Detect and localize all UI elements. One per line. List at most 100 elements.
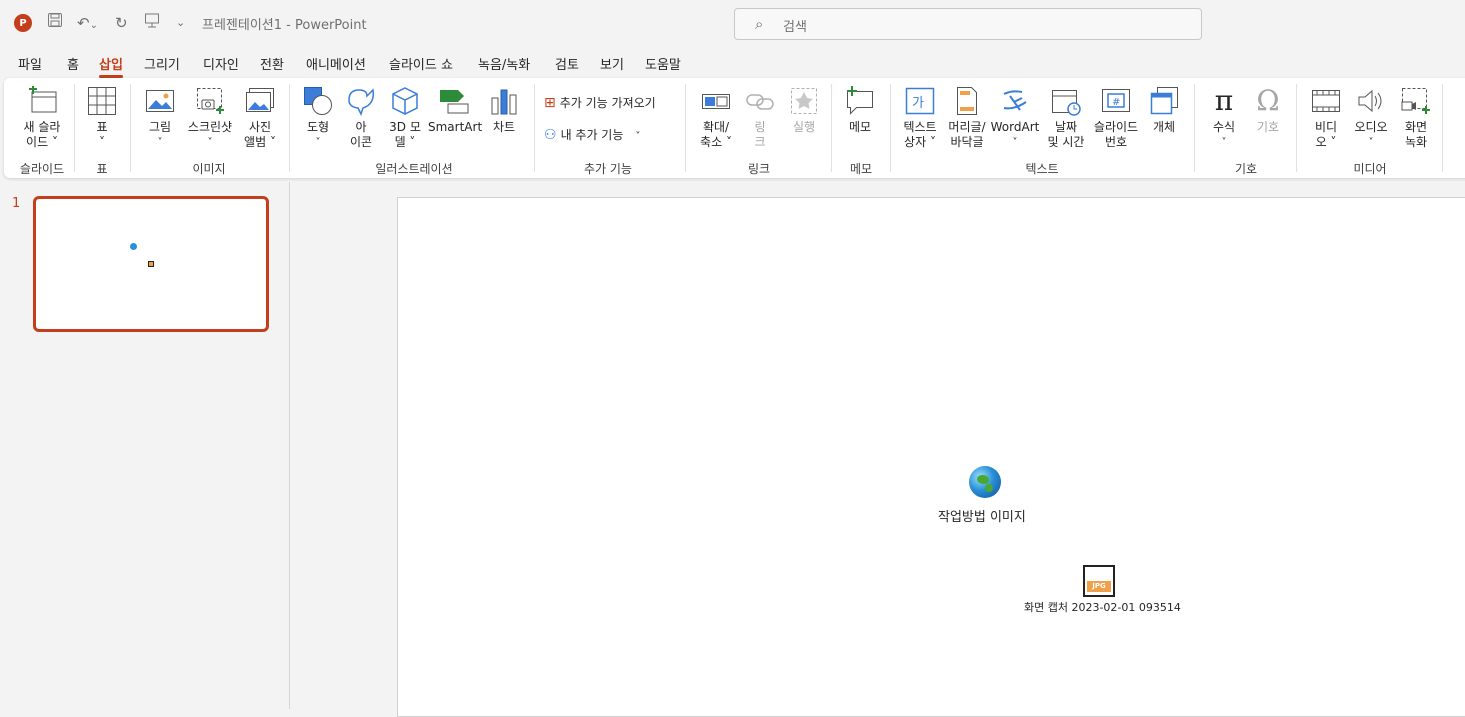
group-divider	[130, 84, 131, 172]
photo-album-button[interactable]: 사진 앨범 ˅	[238, 86, 282, 150]
slide-number-icon: #	[1102, 89, 1130, 112]
comment-button[interactable]: 메모	[840, 86, 880, 135]
action-label: 실행	[792, 120, 816, 134]
video-icon	[1312, 90, 1340, 112]
table-arrow: ˅	[99, 135, 105, 149]
tab-record[interactable]: 녹음/녹화	[478, 54, 530, 73]
3d-models-button[interactable]: 3D 모 델 ˅	[384, 86, 426, 150]
picture-label: 그림	[148, 120, 172, 134]
slide-number-label-1: 슬라이드	[1093, 120, 1139, 134]
tab-file[interactable]: 파일	[18, 54, 42, 73]
icons-button[interactable]: 아 이콘	[342, 86, 380, 150]
globe-icon[interactable]	[969, 466, 1001, 498]
my-addins-button[interactable]: ⚇ 내 추가 기능 ˅	[544, 126, 640, 143]
audio-arrow: ˅	[1368, 137, 1374, 148]
document-title: 프레젠테이션1 - PowerPoint	[202, 18, 367, 33]
shapes-button[interactable]: 도형 ˅	[298, 86, 338, 150]
ribbon-insert: 새 슬라 이드 ˅ 슬라이드 표 ˅ 표 그림 ˅ 스크린샷 ˅ 사진 앨범 ˅…	[4, 78, 1465, 178]
tab-help[interactable]: 도움말	[645, 54, 681, 73]
group-label-addins: 추가 기능	[584, 162, 632, 176]
my-addins-icon: ⚇	[544, 127, 557, 143]
picture-button[interactable]: 그림 ˅	[140, 86, 180, 150]
action-icon	[791, 88, 817, 114]
link-button[interactable]: 링 크	[742, 86, 778, 150]
title-bar: P ↶⌄ ↻ ⌄ 프레젠테이션1 - PowerPoint ⌕ 검색	[0, 0, 1465, 48]
link-label-1: 링	[754, 120, 766, 134]
presenter-icon[interactable]	[144, 12, 160, 34]
video-button[interactable]: 비디 오 ˅	[1306, 86, 1346, 150]
action-button[interactable]: 실행	[784, 86, 824, 135]
header-footer-label-2: 바닥글	[950, 135, 984, 149]
zoom-icon	[702, 94, 730, 109]
date-time-icon	[1052, 90, 1081, 116]
chart-icon	[491, 89, 517, 115]
tab-draw[interactable]: 그리기	[144, 54, 180, 73]
get-addins-button[interactable]: ⊞ 추가 기능 가져오기	[544, 94, 656, 111]
3d-models-label-2: 델 ˅	[394, 135, 416, 149]
icons-label-1: 아	[355, 120, 367, 134]
shapes-icon	[304, 87, 332, 115]
header-footer-icon	[957, 87, 977, 115]
tab-view[interactable]: 보기	[600, 54, 624, 73]
tab-transitions[interactable]: 전환	[260, 54, 284, 73]
wordart-button[interactable]: WordArt ˅	[990, 86, 1040, 150]
undo-icon[interactable]: ↶⌄	[77, 12, 98, 37]
jpg-badge: JPG	[1087, 581, 1111, 592]
smartart-button[interactable]: SmartArt	[428, 86, 483, 135]
chart-button[interactable]: 차트	[484, 86, 524, 135]
symbol-button[interactable]: Ω 기호	[1248, 86, 1288, 135]
group-divider	[831, 84, 832, 172]
group-divider	[1442, 84, 1443, 172]
screen-recording-button[interactable]: 화면 녹화	[1396, 86, 1436, 150]
video-label-1: 비디	[1314, 120, 1338, 134]
screenshot-button[interactable]: 스크린샷 ˅	[184, 86, 236, 150]
jpg-file-icon[interactable]: JPG	[1083, 565, 1115, 597]
group-divider	[534, 84, 535, 172]
tab-design[interactable]: 디자인	[203, 54, 239, 73]
tab-insert[interactable]: 삽입	[99, 54, 123, 78]
group-label-symbols: 기호	[1234, 162, 1258, 176]
powerpoint-logo-icon: P	[14, 14, 32, 32]
group-label-images: 이미지	[192, 162, 226, 176]
slide-number-button[interactable]: # 슬라이드 번호	[1090, 86, 1142, 150]
tab-animations[interactable]: 애니메이션	[306, 54, 366, 73]
table-button[interactable]: 표 ˅	[84, 86, 120, 150]
tab-slideshow[interactable]: 슬라이드 쇼	[389, 54, 453, 73]
group-divider	[1194, 84, 1195, 172]
zoom-button[interactable]: 확대/ 축소 ˅	[694, 86, 738, 150]
3d-models-label-1: 3D 모	[389, 120, 421, 134]
slide-canvas[interactable]: 작업방법 이미지 JPG 화면 캡처 2023-02-01 093514	[397, 197, 1465, 717]
group-label-media: 미디어	[1353, 162, 1387, 176]
audio-button[interactable]: 오디오 ˅	[1348, 86, 1394, 150]
smartart-icon	[440, 90, 469, 114]
audio-label: 오디오	[1354, 120, 1388, 134]
new-slide-button[interactable]: 새 슬라 이드 ˅	[18, 86, 66, 150]
screenshot-label: 스크린샷	[187, 120, 233, 134]
customize-icon[interactable]: ⌄	[176, 12, 185, 34]
ribbon-tabs: 파일 홈 삽입 그리기 디자인 전환 애니메이션 슬라이드 쇼 녹음/녹화 검토…	[0, 50, 1465, 78]
search-input[interactable]: ⌕ 검색	[734, 8, 1202, 40]
smartart-label: SmartArt	[428, 120, 483, 134]
slide-thumbnail-1[interactable]	[33, 196, 269, 332]
save-icon[interactable]	[47, 12, 63, 34]
embedded-object-label[interactable]: 작업방법 이미지	[938, 506, 1026, 525]
wordart-label: WordArt	[990, 120, 1040, 134]
svg-text:#: #	[1112, 97, 1120, 108]
group-label-text: 텍스트	[1025, 162, 1059, 176]
object-button[interactable]: 개체	[1144, 86, 1184, 135]
tab-review[interactable]: 검토	[555, 54, 579, 73]
get-addins-label: 추가 기능 가져오기	[559, 96, 656, 110]
group-label-table: 표	[96, 162, 108, 176]
date-time-button[interactable]: 날짜 및 시간	[1042, 86, 1090, 150]
header-footer-button[interactable]: 머리글/ 바닥글	[944, 86, 990, 150]
group-divider	[1296, 84, 1297, 172]
jpg-file-label[interactable]: 화면 캡처 2023-02-01 093514	[1024, 599, 1181, 615]
tab-home[interactable]: 홈	[67, 54, 79, 73]
redo-icon[interactable]: ↻	[115, 12, 128, 34]
textbox-label-2: 상자 ˅	[904, 135, 936, 149]
chart-label: 차트	[492, 120, 516, 134]
equation-button[interactable]: π 수식 ˅	[1204, 86, 1244, 150]
group-label-slides: 슬라이드	[19, 162, 65, 176]
textbox-button[interactable]: 가 텍스트 상자 ˅	[898, 86, 942, 150]
photo-album-label-1: 사진	[248, 120, 272, 134]
